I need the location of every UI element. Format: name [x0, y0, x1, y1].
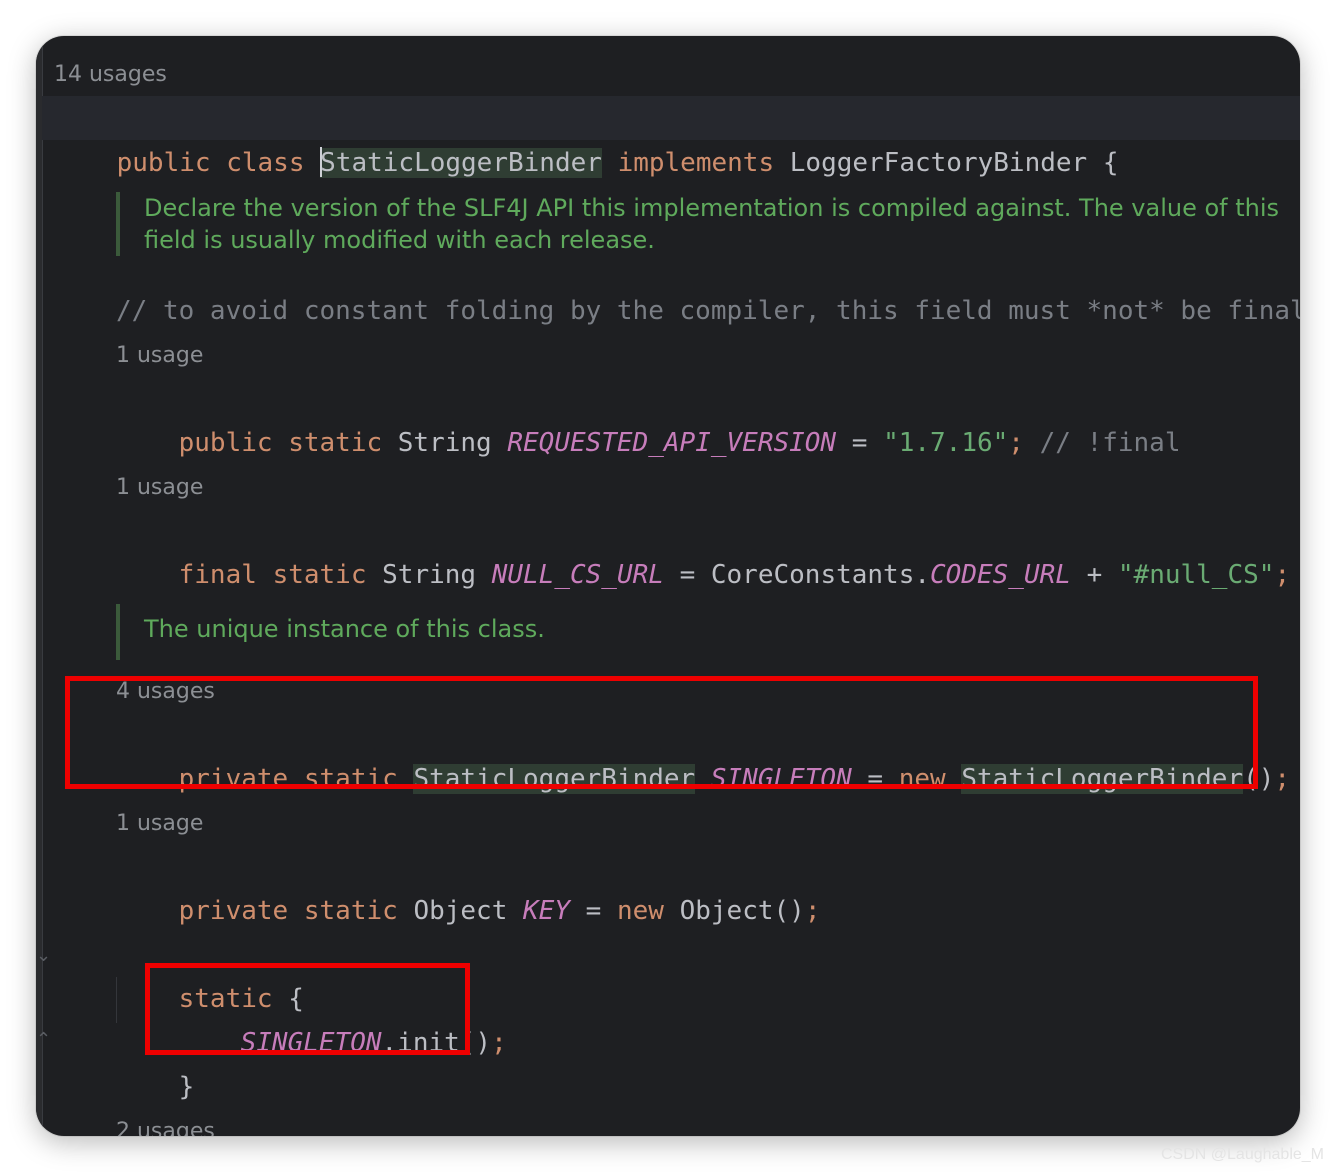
type-string: String — [397, 428, 492, 458]
line-comment[interactable]: // to avoid constant folding by the comp… — [116, 289, 1300, 333]
ref-class[interactable]: CoreConstants. — [711, 560, 930, 590]
field-name[interactable]: NULL_CS_URL — [492, 560, 664, 590]
type-string: String — [382, 560, 477, 590]
semicolon: ; — [804, 896, 821, 926]
class-usages-hint[interactable]: 14 usages — [54, 60, 167, 90]
keyword-static: static — [288, 428, 383, 458]
doc-comment-version[interactable]: Declare the version of the SLF4J API thi… — [116, 192, 1279, 256]
field2-usages-hint[interactable]: 1 usage — [116, 473, 203, 503]
plus-operator: + — [1086, 560, 1103, 590]
keyword-static: static — [303, 896, 398, 926]
keyword-public: public — [116, 148, 211, 178]
semicolon: ; — [1274, 560, 1291, 590]
next-usages-hint[interactable]: 2 usages — [116, 1117, 215, 1136]
keyword-public: public — [178, 428, 273, 458]
parens: () — [773, 896, 805, 926]
class-name-rest: taticLoggerBinder — [335, 148, 602, 178]
watermark-text: CSDN @Laughable_M — [1161, 1146, 1324, 1163]
field4-usages-hint[interactable]: 1 usage — [116, 809, 203, 839]
close-brace: } — [178, 1072, 195, 1102]
keyword-new: new — [616, 896, 664, 926]
field-name[interactable]: REQUESTED_API_VERSION — [507, 428, 836, 458]
string-literal: "#null_CS" — [1117, 560, 1275, 590]
semicolon: ; — [1274, 764, 1291, 794]
class-name[interactable]: StaticLoggerBinder — [320, 147, 602, 178]
semicolon: ; — [491, 1028, 507, 1058]
semicolon: ; — [1008, 428, 1024, 458]
constructor-name[interactable]: Object — [680, 896, 774, 926]
keyword-private: private — [178, 896, 289, 926]
fold-end-icon[interactable]: ⌃ — [36, 1031, 51, 1049]
keyword-static: static — [272, 560, 367, 590]
assign-operator: = — [679, 560, 696, 590]
annotation-box-singleton-init — [145, 963, 470, 1055]
field1-usages-hint[interactable]: 1 usage — [116, 341, 203, 371]
keyword-implements: implements — [617, 148, 775, 178]
field-requested-api-version-line[interactable]: public static String REQUESTED_API_VERSI… — [116, 377, 1181, 509]
doc-comment-line-1: Declare the version of the SLF4J API thi… — [144, 194, 1280, 222]
fold-collapse-icon[interactable]: ⌄ — [36, 947, 51, 965]
editor-gutter — [36, 36, 43, 1136]
open-brace: { — [1102, 148, 1119, 178]
assign-operator: = — [585, 896, 602, 926]
inline-comment: // !final — [1039, 428, 1181, 458]
keyword-final: final — [178, 560, 257, 590]
doc-comment-instance[interactable]: The unique instance of this class. — [116, 604, 545, 660]
string-literal: "1.7.16" — [883, 428, 1009, 458]
class-name-first-char: S — [320, 148, 336, 178]
field-name[interactable]: KEY — [523, 896, 570, 926]
keyword-class: class — [226, 148, 305, 178]
ref-field[interactable]: CODES_URL — [930, 560, 1071, 590]
annotation-box-singleton-field — [65, 676, 1258, 789]
indent-guide — [116, 977, 117, 1023]
interface-name[interactable]: LoggerFactoryBinder — [790, 148, 1087, 178]
doc-comment-line-2: field is usually modified with each rele… — [144, 226, 655, 254]
type-object: Object — [413, 896, 508, 926]
assign-operator: = — [851, 428, 868, 458]
